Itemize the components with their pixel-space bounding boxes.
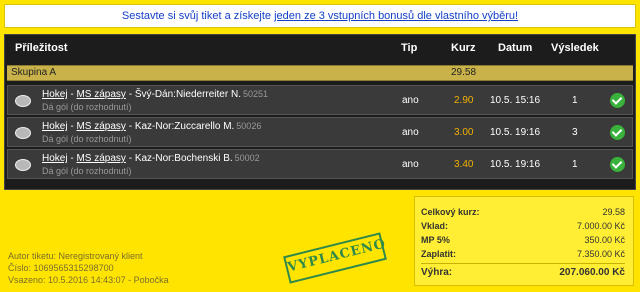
paid-stamp: VYPLACENO xyxy=(283,232,388,284)
event-id: 50026 xyxy=(236,121,262,131)
event-id: 50002 xyxy=(234,153,260,163)
market-name: Dá gól (do rozhodnutí) xyxy=(42,134,132,144)
group-name: Skupina A xyxy=(11,67,57,78)
tip-value: ano xyxy=(402,127,419,138)
summary-pay: Zaplatit: 7.350.00 Kč xyxy=(421,249,625,263)
market-name: Dá gól (do rozhodnutí) xyxy=(42,102,132,112)
stake-value: 7.000.00 Kč xyxy=(576,221,625,231)
event-id: 50251 xyxy=(242,89,269,99)
match-name: Kaz-Nor:Zuccarello M. xyxy=(134,121,235,132)
header-date: Datum xyxy=(498,42,533,54)
win-value: 207.060.00 Kč xyxy=(559,267,625,278)
check-icon xyxy=(610,93,625,108)
league-link[interactable]: MS zápasy xyxy=(76,121,125,132)
ticket-author: Autor tiketu: Neregistrovaný klient xyxy=(8,251,143,261)
result-value: 1 xyxy=(572,159,578,170)
tip-value: ano xyxy=(402,95,419,106)
ticket-placed: Vsazeno: 10.5.2016 14:43:07 - Pobočka xyxy=(8,275,169,285)
event-line: Hokej - MS zápasy - Kaz-Nor:Zuccarello M… xyxy=(42,121,262,132)
event-line: Hokej - MS zápasy - Švý-Dán:Niederreiter… xyxy=(42,89,269,100)
hockey-puck-icon xyxy=(15,127,31,139)
group-row: Skupina A 29.58 xyxy=(7,65,633,81)
table-row: Hokej - MS zápasy - Kaz-Nor:Zuccarello M… xyxy=(7,117,633,147)
league-link[interactable]: MS zápasy xyxy=(76,89,125,100)
mp-label: MP 5% xyxy=(421,235,450,245)
league-link[interactable]: MS zápasy xyxy=(76,153,125,164)
match-name: Švý-Dán:Niederreiter N. xyxy=(134,89,241,100)
summary-win: Výhra: 207.060.00 Kč xyxy=(421,267,625,281)
event-line: Hokej - MS zápasy - Kaz-Nor:Bochenski B.… xyxy=(42,153,260,164)
total-odds-label: Celkový kurz: xyxy=(421,207,480,217)
table-row: Hokej - MS zápasy - Švý-Dán:Niederreiter… xyxy=(7,85,633,115)
market-name: Dá gól (do rozhodnutí) xyxy=(42,166,132,176)
ticket-table: Příležitost Tip Kurz Datum Výsledek Skup… xyxy=(4,34,636,190)
banner-text: Sestavte si svůj tiket a získejte xyxy=(121,10,272,22)
summary-mp: MP 5% 350.00 Kč xyxy=(421,235,625,249)
stake-label: Vklad: xyxy=(421,221,449,231)
date-value: 10.5. 15:16 xyxy=(490,95,541,106)
pay-value: 7.350.00 Kč xyxy=(576,249,625,259)
check-icon xyxy=(610,157,625,172)
pay-label: Zaplatit: xyxy=(421,249,456,259)
mp-value: 350.00 Kč xyxy=(584,235,625,245)
date-value: 10.5. 19:16 xyxy=(490,159,541,170)
ticket-summary: Celkový kurz: 29.58 Vklad: 7.000.00 Kč M… xyxy=(414,196,634,286)
result-value: 1 xyxy=(572,95,578,106)
hockey-puck-icon xyxy=(15,159,31,171)
ticket-info: Autor tiketu: Neregistrovaný klient Čísl… xyxy=(8,250,169,286)
total-odds-value: 29.58 xyxy=(602,207,625,217)
win-label: Výhra: xyxy=(421,267,453,278)
table-header: Příležitost Tip Kurz Datum Výsledek xyxy=(5,39,635,57)
odds-value: 3.00 xyxy=(454,127,474,138)
header-event: Příležitost xyxy=(15,42,68,54)
group-odds: 29.58 xyxy=(451,67,477,78)
bonus-link[interactable]: jeden ze 3 vstupních bonusů dle vlastníh… xyxy=(274,10,518,22)
header-odds: Kurz xyxy=(451,42,476,54)
summary-divider xyxy=(421,263,625,264)
header-tip: Tip xyxy=(401,42,418,54)
sport-link[interactable]: Hokej xyxy=(42,89,68,100)
match-name: Kaz-Nor:Bochenski B. xyxy=(134,153,233,164)
odds-value: 3.40 xyxy=(454,159,474,170)
table-row: Hokej - MS zápasy - Kaz-Nor:Bochenski B.… xyxy=(7,149,633,179)
tip-value: ano xyxy=(402,159,419,170)
check-icon xyxy=(610,125,625,140)
sport-link[interactable]: Hokej xyxy=(42,153,68,164)
bonus-banner: Sestavte si svůj tiket a získejte jeden … xyxy=(4,4,636,28)
odds-value: 2.90 xyxy=(454,95,474,106)
hockey-puck-icon xyxy=(15,95,31,107)
sport-link[interactable]: Hokej xyxy=(42,121,68,132)
summary-stake: Vklad: 7.000.00 Kč xyxy=(421,221,625,235)
summary-total-odds: Celkový kurz: 29.58 xyxy=(421,207,625,221)
header-result: Výsledek xyxy=(551,42,599,54)
date-value: 10.5. 19:16 xyxy=(490,127,541,138)
ticket-number: Číslo: 1069565315298700 xyxy=(8,263,114,273)
result-value: 3 xyxy=(572,127,578,138)
